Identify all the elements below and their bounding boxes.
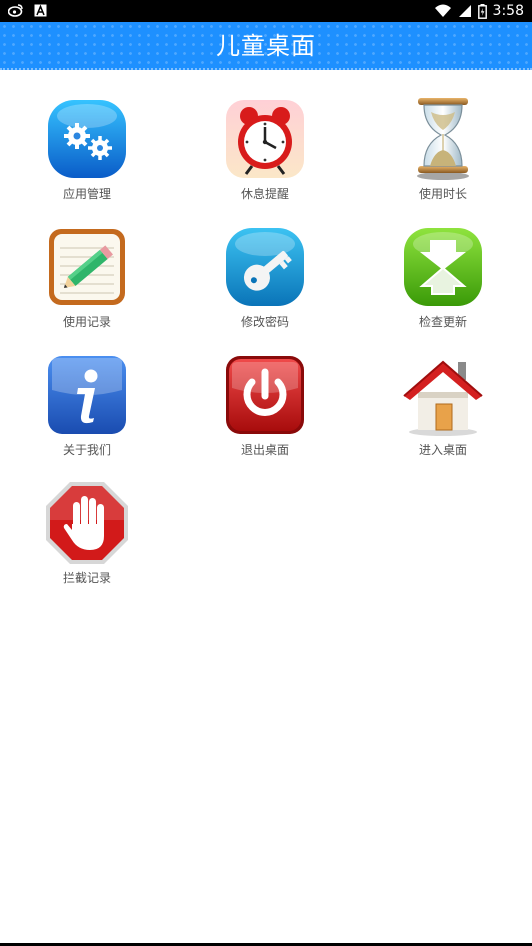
tile-block-records[interactable]: 拦截记录: [22, 454, 152, 585]
tile-exit-desktop[interactable]: 退出桌面: [200, 326, 330, 457]
wifi-icon: [434, 4, 451, 17]
a-notification-icon: [34, 4, 47, 16]
signal-icon: [458, 5, 471, 17]
hourglass-icon: [417, 98, 469, 180]
tile-usage-duration[interactable]: 使用时长: [378, 70, 508, 201]
tile-label: 进入桌面: [418, 443, 467, 457]
status-left-icons: [8, 3, 47, 17]
info-icon: [48, 356, 126, 434]
key-icon: [226, 228, 304, 306]
page-title: 儿童桌面: [216, 32, 316, 60]
alarm-clock-icon: [226, 100, 304, 178]
tile-enter-desktop[interactable]: 进入桌面: [378, 326, 508, 457]
stop-hand-icon: [46, 482, 128, 564]
tile-rest-reminder[interactable]: 休息提醒: [200, 70, 330, 201]
notepad-pencil-icon: [49, 229, 125, 305]
battery-icon: [477, 3, 487, 19]
tile-app-management[interactable]: 应用管理: [22, 70, 152, 201]
house-icon: [403, 360, 483, 436]
update-arrows-icon: [404, 228, 482, 306]
status-right-icons: 3:58: [434, 2, 524, 20]
tile-check-update[interactable]: 检查更新: [378, 198, 508, 329]
tile-about-us[interactable]: 关于我们: [22, 326, 152, 457]
weibo-icon: [8, 4, 23, 17]
app-header: 儿童桌面: [0, 22, 532, 70]
tile-change-password[interactable]: 修改密码: [200, 198, 330, 329]
tile-usage-records[interactable]: 使用记录: [22, 198, 152, 329]
gears-icon: [48, 100, 126, 178]
status-time: 3:58: [492, 3, 524, 19]
status-bar: 3:58: [0, 0, 532, 22]
tile-label: 拦截记录: [62, 571, 111, 585]
tile-label: 退出桌面: [240, 443, 289, 457]
power-icon: [226, 356, 304, 434]
